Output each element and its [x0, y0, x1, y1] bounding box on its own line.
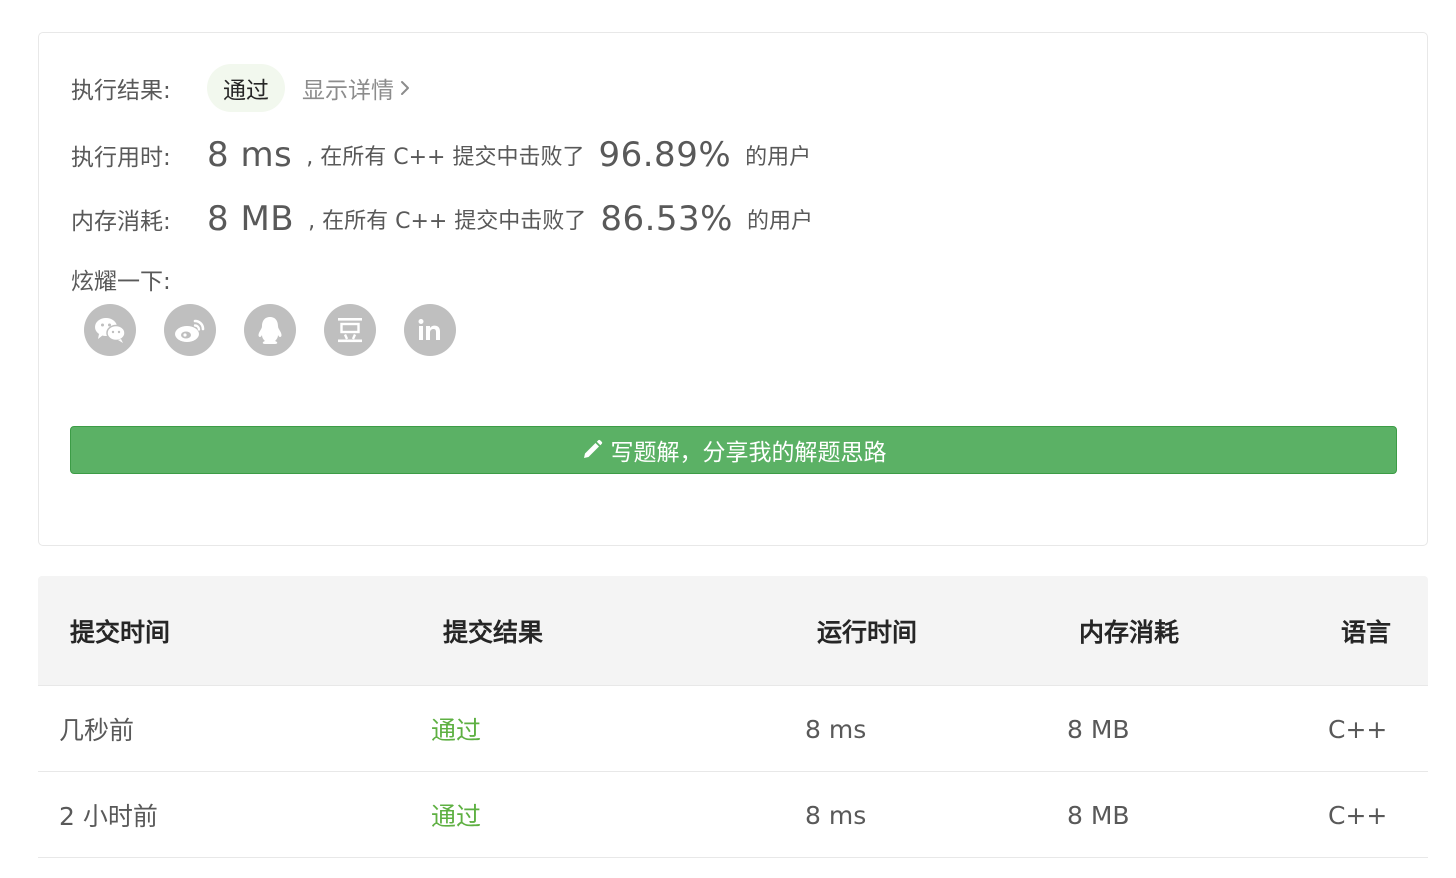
cell-memory: 8 MB [1067, 714, 1130, 744]
table-row[interactable]: 几秒前 通过 8 ms 8 MB C++ [38, 686, 1428, 772]
cell-submit-time: 2 小时前 [59, 802, 158, 831]
runtime-label: 执行用时: [71, 145, 171, 171]
header-submit-result: 提交结果 [443, 618, 544, 647]
cell-submit-result[interactable]: 通过 [431, 772, 481, 858]
cell-memory: 8 MB [1067, 800, 1130, 830]
header-runtime: 运行时间 [817, 618, 918, 647]
memory-label: 内存消耗: [71, 209, 171, 235]
share-icons [84, 304, 456, 356]
share-label: 炫耀一下: [71, 269, 171, 295]
runtime-percent: 96.89% [598, 135, 732, 175]
cell-submit-time: 几秒前 [59, 716, 135, 745]
cell-submit-result[interactable]: 通过 [431, 686, 481, 772]
runtime-value: 8 ms [207, 135, 293, 175]
runtime-suffix: 的用户 [745, 145, 812, 170]
runtime-row: 执行用时: 8 ms , 在所有 C++ 提交中击败了 96.89% 的用户 [71, 133, 811, 177]
result-label: 执行结果: [71, 78, 171, 104]
result-row: 执行结果: 通过 显示详情 [71, 63, 410, 113]
memory-row: 内存消耗: 8 MB , 在所有 C++ 提交中击败了 86.53% 的用户 [71, 197, 813, 241]
table-row[interactable]: 2 小时前 通过 8 ms 8 MB C++ [38, 772, 1428, 858]
wechat-icon[interactable] [84, 304, 136, 356]
memory-suffix: 的用户 [746, 209, 813, 234]
cell-language: C++ [1328, 714, 1388, 744]
header-language: 语言 [1341, 618, 1392, 647]
memory-percent: 86.53% [600, 199, 733, 239]
cell-runtime: 8 ms [805, 714, 867, 744]
header-memory: 内存消耗 [1079, 618, 1180, 647]
linkedin-icon[interactable] [404, 304, 456, 356]
share-row: 炫耀一下: [71, 261, 207, 297]
show-details-label: 显示详情 [302, 78, 394, 104]
show-details-link[interactable]: 显示详情 [302, 71, 410, 105]
write-solution-button[interactable]: 写题解，分享我的解题思路 [70, 426, 1397, 474]
memory-value: 8 MB [207, 199, 295, 239]
chevron-right-icon [400, 80, 410, 96]
pencil-icon [581, 439, 603, 461]
cell-language: C++ [1328, 800, 1388, 830]
runtime-beat-text: , 在所有 C++ 提交中击败了 [306, 145, 585, 170]
table-header: 提交时间 提交结果 运行时间 内存消耗 语言 [38, 576, 1428, 686]
header-submit-time: 提交时间 [70, 618, 171, 647]
douban-icon[interactable] [324, 304, 376, 356]
status-badge: 通过 [207, 64, 285, 112]
write-solution-label: 写题解，分享我的解题思路 [610, 440, 887, 466]
result-card: 执行结果: 通过 显示详情 执行用时: 8 ms , 在所有 C++ 提交中击败… [38, 32, 1428, 546]
qq-icon[interactable] [244, 304, 296, 356]
weibo-icon[interactable] [164, 304, 216, 356]
cell-runtime: 8 ms [805, 800, 867, 830]
submissions-table: 提交时间 提交结果 运行时间 内存消耗 语言 几秒前 通过 8 ms 8 MB … [38, 576, 1428, 858]
memory-beat-text: , 在所有 C++ 提交中击败了 [308, 209, 587, 234]
